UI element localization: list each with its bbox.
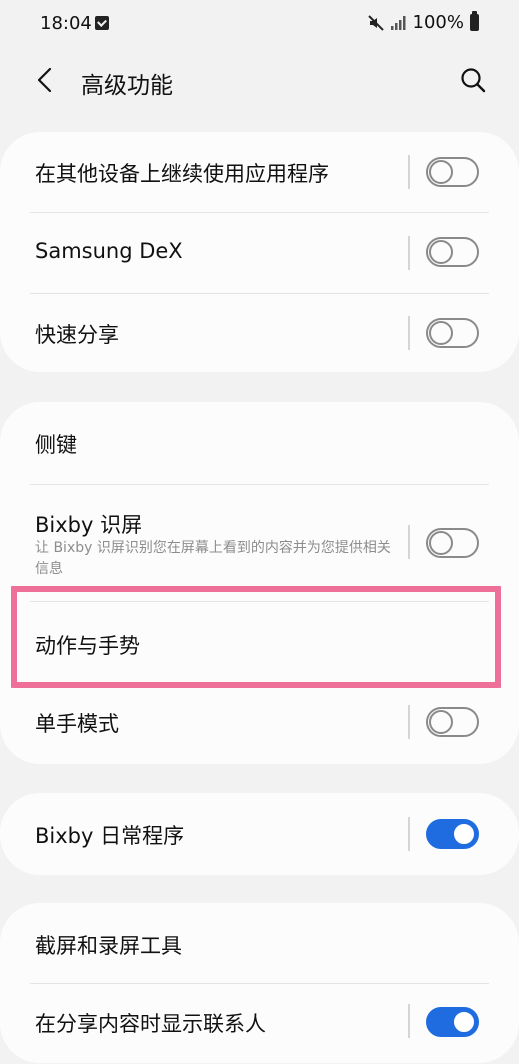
motions-gestures-label: 动作与手势 xyxy=(35,634,140,658)
bixby-routines-label: Bixby 日常程序 xyxy=(35,824,185,848)
one-handed-mode-label: 单手模式 xyxy=(35,712,119,736)
row-separator xyxy=(408,817,410,851)
page-title: 高级功能 xyxy=(81,73,173,99)
chevron-left-icon[interactable] xyxy=(30,64,62,96)
quick-share-toggle[interactable] xyxy=(426,318,479,348)
settings-group-screenshots: 截屏和录屏工具 在分享内容时显示联系人 xyxy=(0,903,519,1063)
row-separator xyxy=(408,705,410,739)
toggle-knob xyxy=(429,160,453,184)
bixby-vision-toggle[interactable] xyxy=(426,528,479,558)
status-time: 18:04 xyxy=(40,13,92,34)
battery-percentage: 100% xyxy=(412,12,464,33)
row-separator xyxy=(408,1004,410,1038)
muted-speaker-icon xyxy=(367,14,384,31)
toggle-knob xyxy=(429,240,453,264)
row-separator xyxy=(408,236,410,270)
screenshot-tools-label: 截屏和录屏工具 xyxy=(35,934,182,958)
share-contacts-row[interactable]: 在分享内容时显示联系人 xyxy=(0,984,519,1064)
signal-bars-icon xyxy=(390,15,406,30)
quick-share-label: 快速分享 xyxy=(35,323,119,347)
battery-icon xyxy=(470,11,479,31)
toggle-knob xyxy=(452,1010,476,1034)
side-key-row[interactable]: 侧键 xyxy=(0,402,519,484)
continue-apps-toggle[interactable] xyxy=(426,157,479,187)
status-bar: 18:04 100% xyxy=(0,0,519,50)
settings-group-routines: Bixby 日常程序 xyxy=(0,793,519,875)
settings-group-controls: 侧键 Bixby 识屏 让 Bixby 识屏识别您在屏幕上看到的内容并为您提供相… xyxy=(0,402,519,764)
row-separator xyxy=(408,525,410,559)
bixby-vision-label: Bixby 识屏 xyxy=(35,513,143,537)
side-key-label: 侧键 xyxy=(35,433,77,457)
samsung-dex-label: Samsung DeX xyxy=(35,239,183,263)
check-box-icon xyxy=(95,16,109,30)
samsung-dex-toggle[interactable] xyxy=(426,237,479,267)
settings-group-connect: 在其他设备上继续使用应用程序 Samsung DeX 快速分享 xyxy=(0,132,519,372)
bixby-vision-row[interactable]: Bixby 识屏 让 Bixby 识屏识别您在屏幕上看到的内容并为您提供相关信息 xyxy=(0,485,519,600)
toggle-knob xyxy=(429,710,453,734)
toggle-knob xyxy=(429,531,453,555)
continue-apps-row[interactable]: 在其他设备上继续使用应用程序 xyxy=(0,132,519,212)
app-header: 高级功能 xyxy=(0,50,519,112)
search-icon[interactable] xyxy=(457,64,489,96)
row-separator xyxy=(408,316,410,350)
bixby-routines-toggle[interactable] xyxy=(426,819,479,849)
row-separator xyxy=(408,155,410,189)
toggle-knob xyxy=(452,822,476,846)
motions-gestures-row[interactable]: 动作与手势 xyxy=(0,602,519,682)
one-handed-mode-row[interactable]: 单手模式 xyxy=(0,684,519,764)
samsung-dex-row[interactable]: Samsung DeX xyxy=(0,213,519,293)
share-contacts-label: 在分享内容时显示联系人 xyxy=(35,1012,266,1036)
status-indicators: 100% xyxy=(367,11,479,33)
screenshot-tools-row[interactable]: 截屏和录屏工具 xyxy=(0,903,519,983)
bixby-routines-row[interactable]: Bixby 日常程序 xyxy=(0,793,519,875)
continue-apps-label: 在其他设备上继续使用应用程序 xyxy=(35,162,329,186)
one-handed-mode-toggle[interactable] xyxy=(426,707,479,737)
bixby-vision-description: 让 Bixby 识屏识别您在屏幕上看到的内容并为您提供相关信息 xyxy=(35,540,391,577)
quick-share-row[interactable]: 快速分享 xyxy=(0,294,519,372)
toggle-knob xyxy=(429,321,453,345)
share-contacts-toggle[interactable] xyxy=(426,1007,479,1037)
